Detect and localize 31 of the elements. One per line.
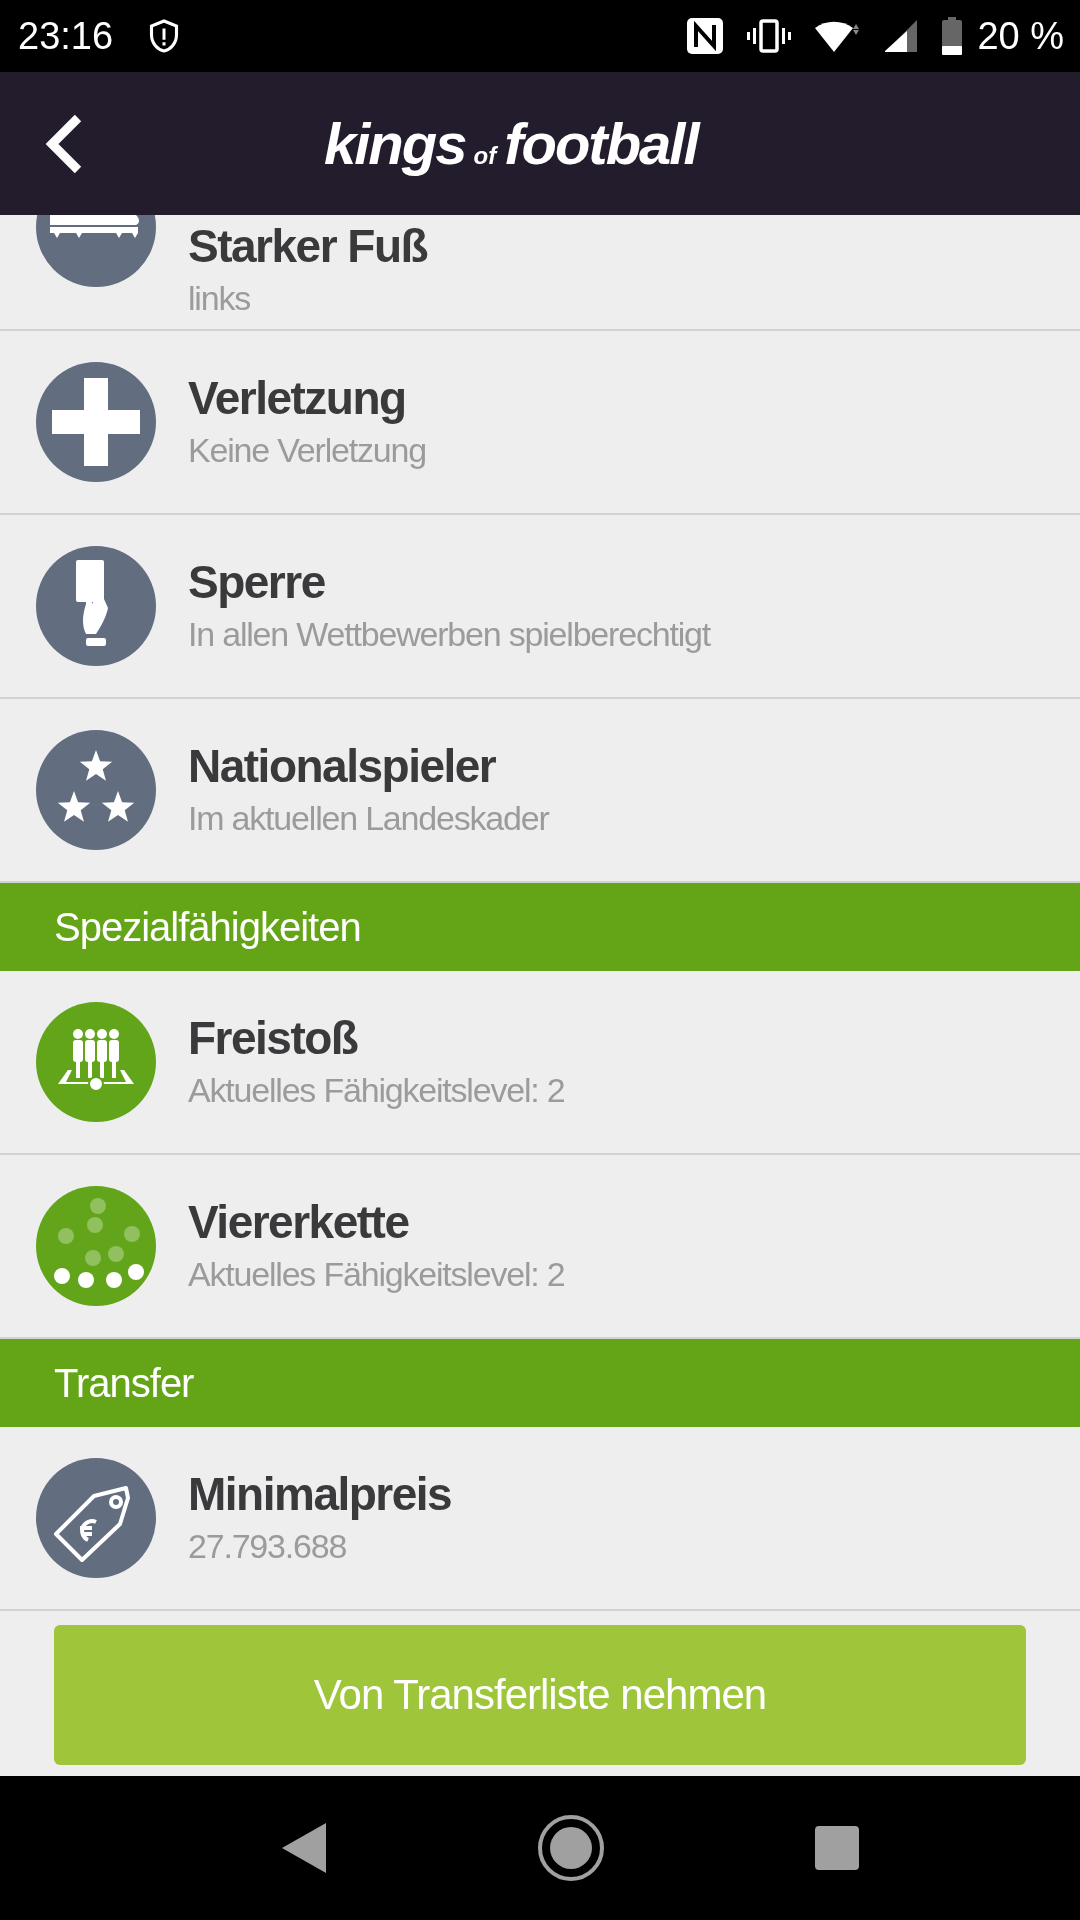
item-title: Sperre [188,554,326,609]
item-value: Keine Verletzung [188,430,426,470]
item-value: 27.793.688 [188,1526,348,1566]
recents-nav-icon[interactable] [814,1825,861,1871]
section-header: Transfer [0,1339,1080,1427]
item-title: Viererkette [188,1194,410,1249]
home-nav-icon[interactable] [537,1814,605,1882]
item-title: Starker Fuß [188,219,428,273]
section-header: Spezialfähigkeiten [0,883,1080,971]
vibrate-icon [747,18,792,54]
signal-icon [883,18,920,54]
app-logo: kings of football [324,110,698,177]
clock: 23:16 [18,14,114,58]
item-title: Verletzung [188,370,407,425]
battery-icon [941,16,964,56]
battery-percent: 20 % [977,14,1064,58]
item-value: Aktuelles Fähigkeitslevel: 2 [188,1254,565,1294]
item-value: In allen Wettbewerben spielberechtigt [188,614,710,654]
list-item[interactable]: Verletzung Keine Verletzung [0,331,1080,515]
item-title: Minimalpreis [188,1466,452,1521]
list-item[interactable]: Sperre In allen Wettbewerben spielberechtigt [0,515,1080,699]
shield-icon [149,18,180,54]
list-item[interactable]: Minimalpreis 27.793.688 [0,1427,1080,1611]
item-title: Freistoß [188,1010,359,1065]
item-value: links [188,279,252,318]
item-title: Nationalspieler [188,738,497,793]
item-value: Aktuelles Fähigkeitslevel: 2 [188,1070,565,1110]
nfc-icon [685,16,726,56]
list-item[interactable]: Starker Fuß links [0,215,1080,331]
list-item[interactable]: Freistoß Aktuelles Fähigkeitslevel: 2 [0,971,1080,1155]
item-value: Im aktuellen Landeskader [188,798,549,838]
